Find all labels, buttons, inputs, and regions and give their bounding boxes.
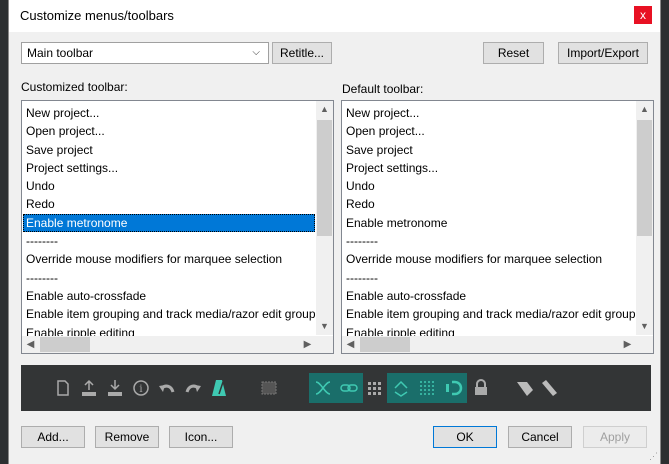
scroll-up-icon[interactable]: ▲ bbox=[636, 101, 653, 118]
reset-button[interactable]: Reset bbox=[483, 42, 544, 64]
close-button[interactable]: x bbox=[634, 6, 652, 24]
list-item[interactable]: Enable metronome bbox=[343, 214, 635, 232]
list-item[interactable]: Project settings... bbox=[343, 159, 635, 177]
redo-icon[interactable] bbox=[179, 373, 207, 403]
snap-icon[interactable] bbox=[387, 373, 415, 403]
ok-button[interactable]: OK bbox=[433, 426, 497, 448]
scroll-corner bbox=[636, 336, 653, 353]
list-item[interactable]: Enable metronome bbox=[23, 213, 315, 233]
horizontal-scrollbar[interactable]: ◀ ▶ bbox=[22, 336, 316, 353]
list-item[interactable]: Override mouse modifiers for marquee sel… bbox=[23, 250, 315, 268]
marquee-selection-icon[interactable] bbox=[255, 373, 283, 403]
default-toolbar-list[interactable]: New project... Open project... Save projec… bbox=[341, 100, 654, 354]
toolbar-select-value: Main toolbar bbox=[27, 46, 94, 60]
list-item[interactable]: Enable item grouping and track media/raz… bbox=[23, 305, 315, 323]
list-item[interactable]: New project... bbox=[343, 104, 635, 122]
list-item[interactable]: Open project... bbox=[343, 122, 635, 140]
list-item[interactable]: Undo bbox=[23, 177, 315, 195]
scroll-left-icon[interactable]: ◀ bbox=[22, 336, 39, 353]
list-item[interactable]: Override mouse modifiers for marquee sel… bbox=[343, 250, 635, 268]
vertical-scrollbar[interactable]: ▲ ▼ bbox=[316, 101, 333, 335]
resize-grip-icon[interactable]: ⋰ bbox=[649, 451, 658, 462]
toolbar-icon-strip: i bbox=[21, 365, 651, 411]
metronome-icon[interactable] bbox=[205, 373, 233, 403]
grid-icon[interactable] bbox=[413, 373, 441, 403]
auto-crossfade-icon[interactable] bbox=[309, 373, 337, 403]
scroll-corner bbox=[316, 336, 333, 353]
scroll-down-icon[interactable]: ▼ bbox=[316, 318, 333, 335]
list-item[interactable]: Save project bbox=[343, 141, 635, 159]
chevron-down-icon: ⌵ bbox=[252, 47, 260, 58]
background-right-edge bbox=[661, 0, 669, 464]
background-left-edge bbox=[0, 0, 8, 464]
list-item[interactable]: Enable item grouping and track media/raz… bbox=[343, 305, 635, 323]
add-button[interactable]: Add... bbox=[21, 426, 85, 448]
customized-list-items: New project... Open project... Save projec… bbox=[23, 104, 315, 342]
svg-text:i: i bbox=[139, 384, 142, 395]
list-item[interactable]: New project... bbox=[23, 104, 315, 122]
list-item[interactable]: -------- bbox=[343, 269, 635, 287]
scroll-thumb[interactable] bbox=[637, 120, 652, 236]
customize-dialog: Customize menus/toolbars x Main toolbar … bbox=[8, 0, 661, 464]
window-title: Customize menus/toolbars bbox=[20, 8, 174, 23]
scroll-thumb[interactable] bbox=[40, 337, 90, 352]
scroll-thumb[interactable] bbox=[360, 337, 410, 352]
scroll-right-icon[interactable]: ▶ bbox=[619, 336, 636, 353]
list-item[interactable]: Save project bbox=[23, 141, 315, 159]
apply-button[interactable]: Apply bbox=[583, 426, 647, 448]
retitle-button[interactable]: Retitle... bbox=[272, 42, 332, 64]
list-item[interactable]: -------- bbox=[343, 232, 635, 250]
scroll-down-icon[interactable]: ▼ bbox=[636, 318, 653, 335]
remove-button[interactable]: Remove bbox=[95, 426, 159, 448]
horizontal-scrollbar[interactable]: ◀ ▶ bbox=[342, 336, 636, 353]
default-list-items: New project... Open project... Save projec… bbox=[343, 104, 635, 342]
default-toolbar-label: Default toolbar: bbox=[342, 82, 424, 96]
customized-toolbar-list[interactable]: New project... Open project... Save projec… bbox=[21, 100, 334, 354]
ripple-editing-icon[interactable] bbox=[361, 373, 389, 403]
list-item[interactable]: Redo bbox=[343, 195, 635, 213]
lock-icon[interactable] bbox=[467, 373, 495, 403]
open-project-icon[interactable] bbox=[75, 373, 103, 403]
vertical-scrollbar[interactable]: ▲ ▼ bbox=[636, 101, 653, 335]
list-item[interactable]: Undo bbox=[343, 177, 635, 195]
title-bar: Customize menus/toolbars x bbox=[9, 0, 660, 32]
pencil-icon[interactable] bbox=[535, 373, 563, 403]
customized-toolbar-label: Customized toolbar: bbox=[21, 80, 128, 94]
list-item[interactable]: -------- bbox=[23, 232, 315, 250]
list-item[interactable]: Open project... bbox=[23, 122, 315, 140]
cancel-button[interactable]: Cancel bbox=[508, 426, 572, 448]
list-item[interactable]: Redo bbox=[23, 195, 315, 213]
scroll-left-icon[interactable]: ◀ bbox=[342, 336, 359, 353]
icon-button[interactable]: Icon... bbox=[169, 426, 233, 448]
list-item[interactable]: Enable auto-crossfade bbox=[23, 287, 315, 305]
list-item[interactable]: Project settings... bbox=[23, 159, 315, 177]
scroll-thumb[interactable] bbox=[317, 120, 332, 236]
list-item[interactable]: -------- bbox=[23, 269, 315, 287]
item-grouping-icon[interactable] bbox=[335, 373, 363, 403]
scroll-up-icon[interactable]: ▲ bbox=[316, 101, 333, 118]
new-project-icon[interactable] bbox=[49, 373, 77, 403]
loop-icon[interactable] bbox=[439, 373, 467, 403]
list-item[interactable]: Enable auto-crossfade bbox=[343, 287, 635, 305]
project-settings-icon[interactable]: i bbox=[127, 373, 155, 403]
scroll-right-icon[interactable]: ▶ bbox=[299, 336, 316, 353]
import-export-button[interactable]: Import/Export bbox=[558, 42, 648, 64]
undo-icon[interactable] bbox=[153, 373, 181, 403]
toolbar-select[interactable]: Main toolbar ⌵ bbox=[21, 42, 269, 64]
save-project-icon[interactable] bbox=[101, 373, 129, 403]
